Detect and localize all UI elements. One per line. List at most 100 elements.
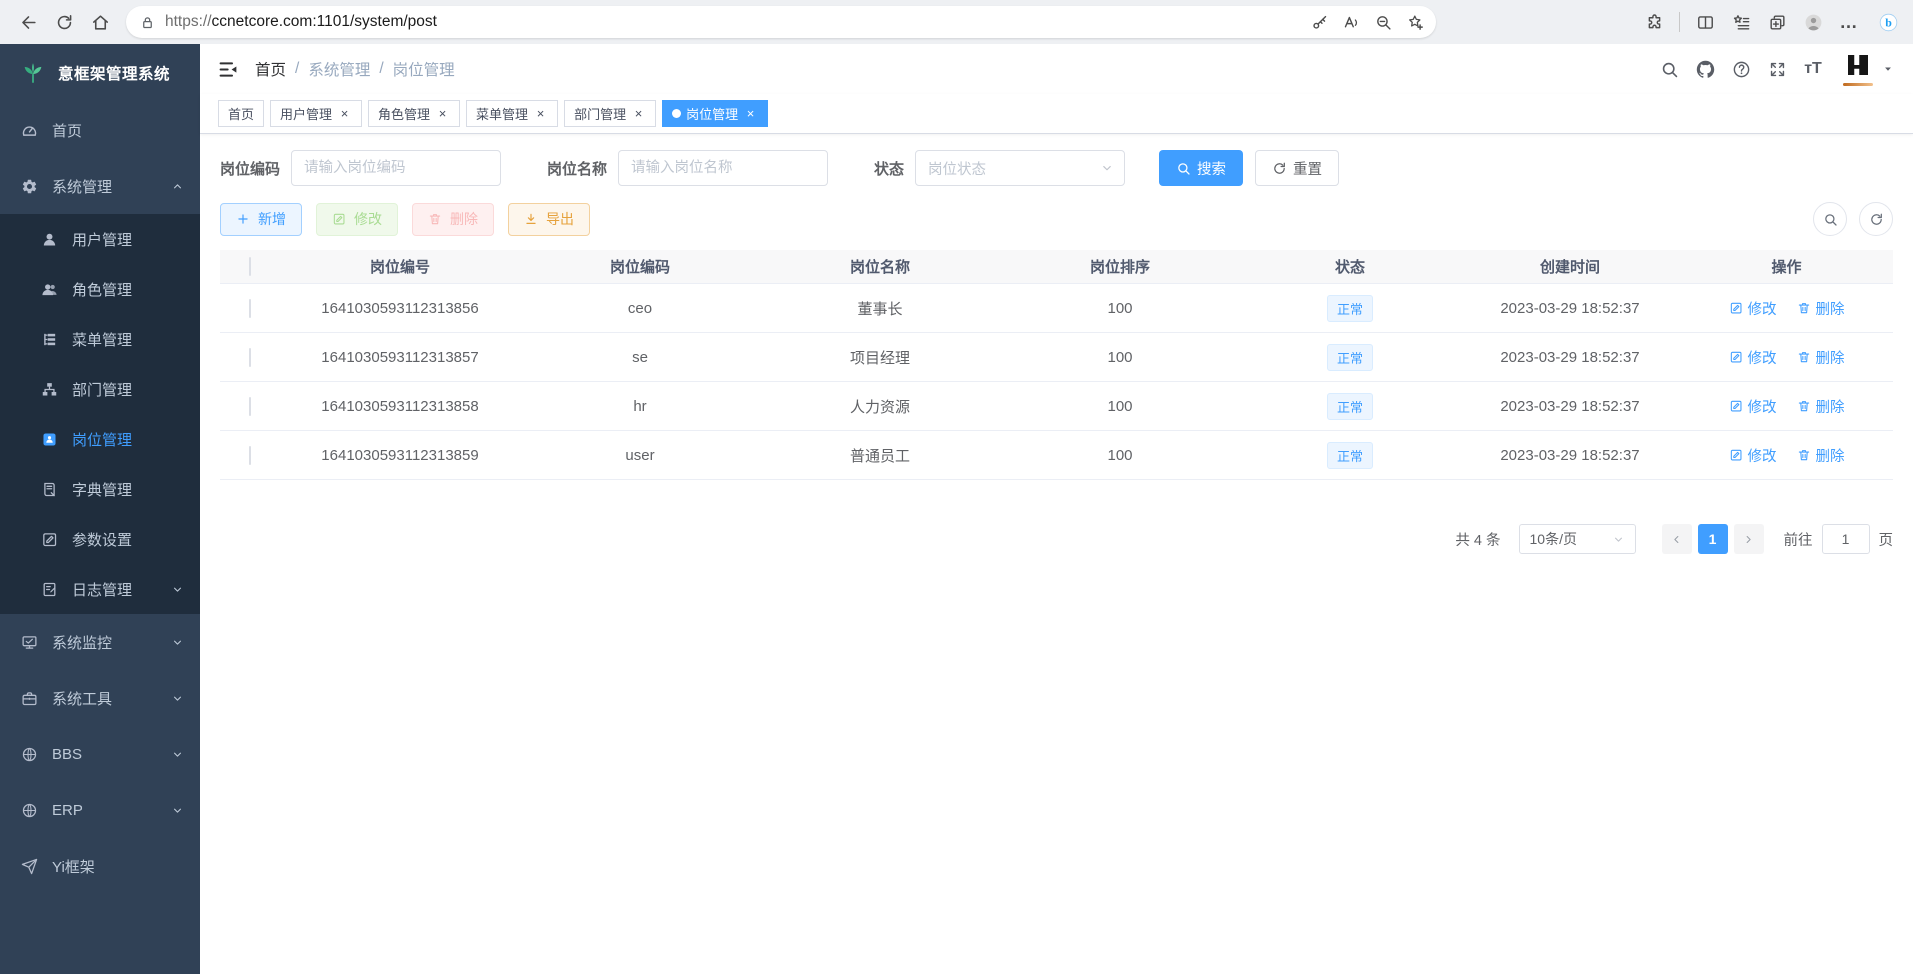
- zoom-out-icon[interactable]: [1368, 7, 1398, 37]
- github-icon[interactable]: [1687, 51, 1723, 87]
- add-favorite-icon[interactable]: [1400, 7, 1430, 37]
- edit-button[interactable]: 修改: [316, 203, 398, 236]
- row-delete-link[interactable]: 删除: [1797, 445, 1845, 466]
- address-bar[interactable]: https://ccnetcore.com:1101/system/post: [126, 6, 1436, 38]
- bing-copilot-icon[interactable]: b: [1867, 4, 1903, 40]
- row-delete-link[interactable]: 删除: [1797, 347, 1845, 368]
- tab-post-management[interactable]: 岗位管理×: [662, 100, 768, 127]
- post-name-input[interactable]: [618, 150, 828, 186]
- navbar-right-tools: тT: [1651, 49, 1895, 89]
- delete-button[interactable]: 删除: [412, 203, 494, 236]
- sidebar-item-role-management[interactable]: 角色管理: [0, 264, 200, 314]
- next-page-button[interactable]: [1734, 524, 1764, 554]
- tab-dept-management[interactable]: 部门管理×: [564, 100, 656, 127]
- sidebar-item-menu-management[interactable]: 菜单管理: [0, 314, 200, 364]
- sidebar-item-label: 日志管理: [72, 579, 132, 600]
- tab-user-management[interactable]: 用户管理 ×: [270, 100, 362, 127]
- sidebar-item-param-settings[interactable]: 参数设置: [0, 514, 200, 564]
- cell-post-code: ceo: [520, 300, 760, 317]
- app-logo: 意框架管理系统: [0, 44, 200, 102]
- row-checkbox[interactable]: [249, 348, 251, 367]
- sidebar-item-dept-management[interactable]: 部门管理: [0, 364, 200, 414]
- row-delete-label: 删除: [1816, 445, 1845, 466]
- user-menu-caret-icon[interactable]: [1881, 62, 1895, 76]
- sidebar-item-log-management[interactable]: 日志管理: [0, 564, 200, 614]
- toggle-search-button[interactable]: [1813, 202, 1847, 236]
- goto-page-input[interactable]: [1822, 524, 1870, 554]
- tab-label: 用户管理: [280, 104, 332, 123]
- browser-refresh-button[interactable]: [46, 4, 82, 40]
- page-size-value: 10条/页: [1530, 529, 1577, 549]
- refresh-table-button[interactable]: [1859, 202, 1893, 236]
- collections-icon[interactable]: [1723, 4, 1759, 40]
- sidebar-item-dict-management[interactable]: 字典管理: [0, 464, 200, 514]
- password-key-icon[interactable]: [1304, 7, 1334, 37]
- table-toolbar-right: [1813, 202, 1893, 236]
- reset-button[interactable]: 重置: [1255, 150, 1339, 186]
- row-edit-link[interactable]: 修改: [1729, 445, 1777, 466]
- status-select[interactable]: 岗位状态: [915, 150, 1125, 186]
- cell-created-time: 2023-03-29 18:52:37: [1460, 447, 1680, 464]
- browser-profile-avatar[interactable]: [1795, 4, 1831, 40]
- row-edit-link[interactable]: 修改: [1729, 347, 1777, 368]
- sidebar-item-user-management[interactable]: 用户管理: [0, 214, 200, 264]
- cell-post-code: hr: [520, 398, 760, 415]
- breadcrumb-home[interactable]: 首页: [255, 58, 286, 80]
- read-aloud-icon[interactable]: [1336, 7, 1366, 37]
- cell-post-name: 人力资源: [760, 396, 1000, 417]
- sidebar-item-system-tools[interactable]: 系统工具: [0, 670, 200, 726]
- sidebar-item-post-management[interactable]: 岗位管理: [0, 414, 200, 464]
- sidebar-collapse-icon[interactable]: [218, 59, 239, 80]
- browser-more-menu[interactable]: …: [1831, 4, 1867, 40]
- row-edit-link[interactable]: 修改: [1729, 396, 1777, 417]
- font-size-icon[interactable]: тT: [1795, 51, 1831, 87]
- extensions-icon[interactable]: [1636, 4, 1672, 40]
- help-icon[interactable]: [1723, 51, 1759, 87]
- tab-close-icon[interactable]: ×: [533, 106, 548, 121]
- fullscreen-icon[interactable]: [1759, 51, 1795, 87]
- prev-page-button[interactable]: [1662, 524, 1692, 554]
- delete-button-label: 删除: [450, 209, 478, 229]
- add-button[interactable]: 新增: [220, 203, 302, 236]
- row-checkbox[interactable]: [249, 446, 251, 465]
- breadcrumb-system[interactable]: 系统管理: [308, 58, 370, 80]
- sidebar-item-bbs[interactable]: BBS: [0, 726, 200, 782]
- page-size-select[interactable]: 10条/页: [1519, 524, 1636, 554]
- browser-back-button[interactable]: [10, 4, 46, 40]
- sidebar-item-yi-framework[interactable]: Yi框架: [0, 838, 200, 894]
- split-screen-icon[interactable]: [1687, 4, 1723, 40]
- search-button[interactable]: 搜索: [1159, 150, 1243, 186]
- row-delete-link[interactable]: 删除: [1797, 396, 1845, 417]
- column-header-post-name: 岗位名称: [760, 256, 1000, 277]
- sidebar-item-system-management[interactable]: 系统管理: [0, 158, 200, 214]
- sidebar-item-erp[interactable]: ERP: [0, 782, 200, 838]
- row-delete-link[interactable]: 删除: [1797, 298, 1845, 319]
- sidebar-item-label: 菜单管理: [72, 329, 132, 350]
- tab-close-icon[interactable]: ×: [743, 106, 758, 121]
- sidebar-item-home[interactable]: 首页: [0, 102, 200, 158]
- sidebar-item-label: 系统管理: [52, 176, 112, 197]
- dictionary-icon: [41, 481, 58, 498]
- sidebar-item-label: 首页: [52, 120, 82, 141]
- tab-role-management[interactable]: 角色管理×: [368, 100, 460, 127]
- page-number-1[interactable]: 1: [1698, 524, 1728, 554]
- export-button[interactable]: 导出: [508, 203, 590, 236]
- org-chart-icon: [41, 381, 58, 398]
- tab-menu-management[interactable]: 菜单管理×: [466, 100, 558, 127]
- post-code-input[interactable]: [291, 150, 501, 186]
- browser-home-button[interactable]: [82, 4, 118, 40]
- new-tab-group-icon[interactable]: [1759, 4, 1795, 40]
- url-text[interactable]: https://ccnetcore.com:1101/system/post: [165, 13, 1302, 31]
- tab-close-icon[interactable]: ×: [435, 106, 450, 121]
- tab-close-icon[interactable]: ×: [337, 106, 352, 121]
- user-avatar[interactable]: [1841, 49, 1875, 89]
- tab-close-icon[interactable]: ×: [631, 106, 646, 121]
- sidebar-item-system-monitor[interactable]: 系统监控: [0, 614, 200, 670]
- row-checkbox[interactable]: [249, 299, 251, 318]
- row-edit-link[interactable]: 修改: [1729, 298, 1777, 319]
- header-search-icon[interactable]: [1651, 51, 1687, 87]
- goto-label: 前往: [1784, 529, 1813, 550]
- row-checkbox[interactable]: [249, 397, 251, 416]
- select-all-checkbox[interactable]: [249, 257, 251, 276]
- tab-home[interactable]: 首页: [218, 100, 264, 127]
